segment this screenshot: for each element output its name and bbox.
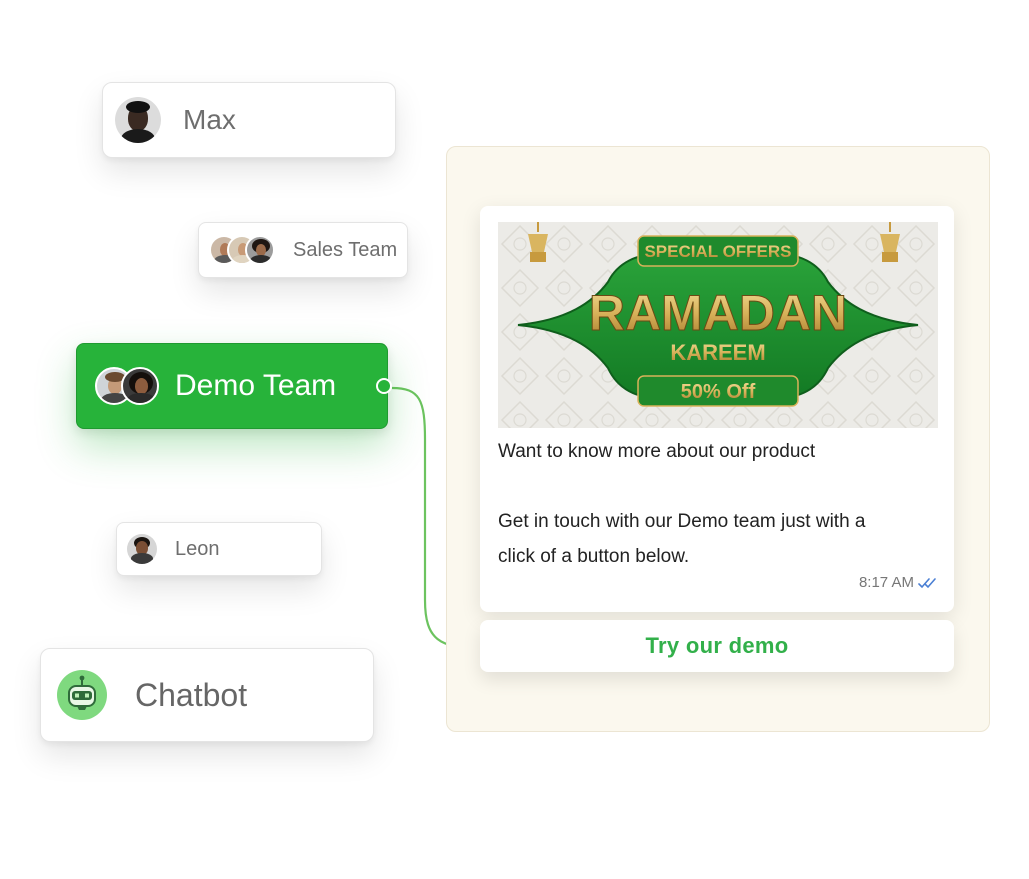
avatar-leon [127, 534, 157, 564]
double-check-icon [918, 577, 936, 588]
avatar-group [95, 367, 159, 405]
contact-chip-max[interactable]: Max [102, 82, 396, 158]
banner-discount: 50% Off [681, 381, 756, 403]
robot-icon [57, 670, 107, 720]
team-chip-demo[interactable]: Demo Team [76, 343, 388, 429]
team-name: Demo Team [175, 369, 337, 402]
try-demo-button[interactable]: Try our demo [480, 620, 954, 672]
message-timestamp: 8:17 AM [859, 574, 938, 591]
contact-name: Leon [175, 537, 220, 560]
avatar [245, 235, 275, 265]
message-card: SPECIAL OFFERS RAMADAN KAREEM 50% Off Wa… [480, 206, 954, 612]
message-line: Get in touch with our Demo team just wit… [498, 511, 866, 532]
message-line: click of a button below. [498, 546, 690, 567]
avatar-group [209, 235, 275, 265]
banner-subheadline: KAREEM [670, 340, 765, 365]
chatbot-chip[interactable]: Chatbot [40, 648, 374, 742]
banner-special-offers: SPECIAL OFFERS [644, 242, 791, 261]
avatar [121, 367, 159, 405]
promo-banner: SPECIAL OFFERS RAMADAN KAREEM 50% Off [498, 222, 938, 428]
contact-chip-leon[interactable]: Leon [116, 522, 322, 576]
message-text: Want to know more about our product Get … [498, 434, 938, 574]
avatar-max [115, 97, 161, 143]
cta-label: Try our demo [645, 633, 789, 658]
connector-handle[interactable] [376, 378, 392, 394]
team-chip-sales[interactable]: Sales Team [198, 222, 408, 278]
message-line: Want to know more about our product [498, 441, 816, 462]
banner-headline: RAMADAN [589, 285, 847, 341]
chatbot-label: Chatbot [135, 676, 248, 713]
team-name: Sales Team [293, 238, 398, 261]
promo-banner-art: SPECIAL OFFERS RAMADAN KAREEM 50% Off [498, 222, 938, 428]
canvas: Max Sales Team Demo Team Leon Chatbot SP… [0, 0, 1029, 879]
time-text: 8:17 AM [858, 574, 914, 591]
contact-name: Max [183, 104, 236, 135]
